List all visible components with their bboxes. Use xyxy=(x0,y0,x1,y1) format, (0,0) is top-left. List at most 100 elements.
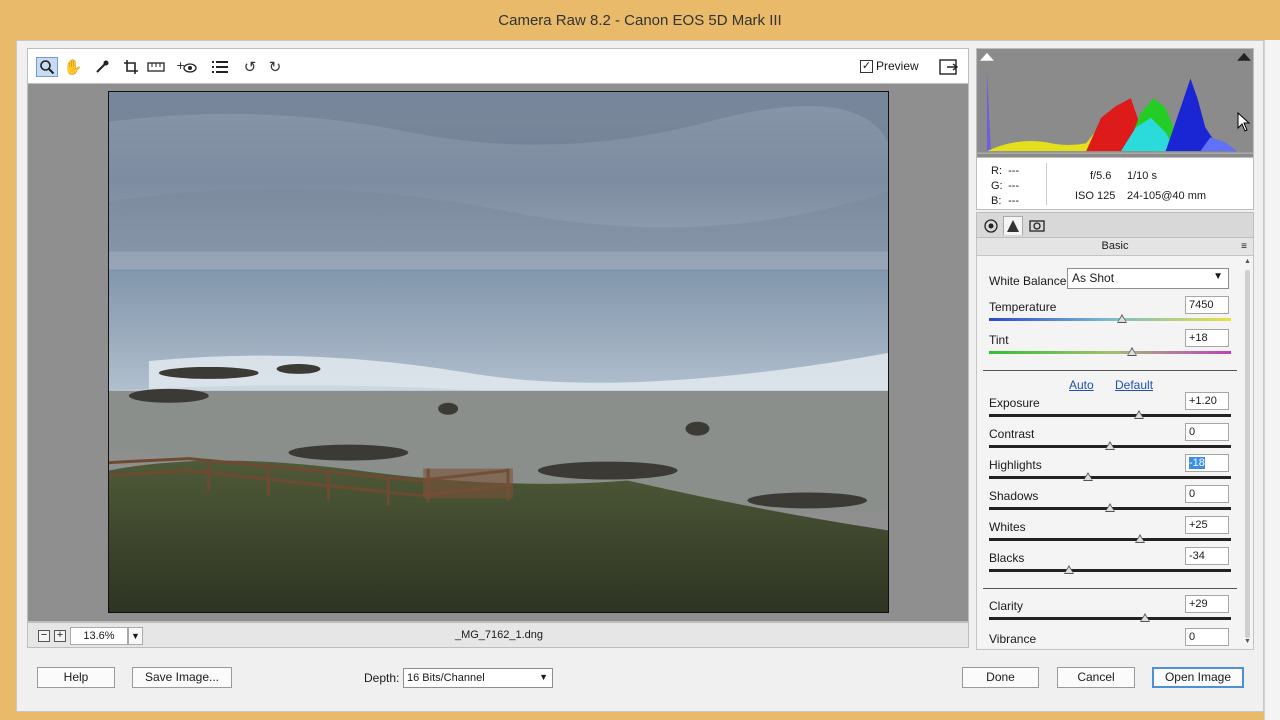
exposure-label: Exposure xyxy=(989,396,1040,410)
temperature-value-field[interactable]: 7450 xyxy=(1185,296,1229,314)
white-balance-select[interactable]: As Shot ▼ xyxy=(1067,268,1229,289)
window-title: Camera Raw 8.2 - Canon EOS 5D Mark III xyxy=(0,0,1280,40)
status-bar: − + 13.6% ▼ _MG_7162_1.dng xyxy=(27,622,969,648)
background-left xyxy=(0,40,16,720)
blacks-slider-row: Blacks -34 xyxy=(989,547,1231,581)
vibrance-value-field[interactable]: 0 xyxy=(1185,628,1229,646)
shadows-value-field[interactable]: 0 xyxy=(1185,485,1229,503)
blacks-slider-track[interactable] xyxy=(989,569,1231,572)
tint-slider-track[interactable] xyxy=(989,351,1231,354)
contrast-slider-row: Contrast 0 xyxy=(989,423,1231,457)
contrast-slider-thumb[interactable] xyxy=(1105,441,1115,450)
whites-label: Whites xyxy=(989,520,1026,534)
depth-label: Depth: xyxy=(364,671,400,685)
shutter-value: 1/10 s xyxy=(1127,170,1157,182)
default-link[interactable]: Default xyxy=(1115,378,1153,392)
r-readout: R: --- xyxy=(991,165,1020,177)
vibrance-label: Vibrance xyxy=(989,632,1037,646)
tint-slider-thumb[interactable] xyxy=(1126,347,1137,356)
preview-toggle[interactable]: ✓ Preview xyxy=(860,59,919,73)
crop-icon[interactable] xyxy=(120,57,142,77)
done-button[interactable]: Done xyxy=(962,667,1039,688)
contrast-label: Contrast xyxy=(989,427,1035,441)
straighten-icon[interactable] xyxy=(145,57,167,77)
blacks-value-field[interactable]: -34 xyxy=(1185,547,1229,565)
histogram xyxy=(976,48,1254,158)
highlights-value-field[interactable]: -18 xyxy=(1185,454,1229,472)
g-readout: G: --- xyxy=(991,180,1020,192)
aperture-value: f/5.6 xyxy=(1090,170,1112,182)
blacks-slider-thumb[interactable] xyxy=(1063,565,1074,574)
temperature-slider-track[interactable] xyxy=(989,318,1231,321)
fullscreen-icon[interactable] xyxy=(938,57,960,77)
preview-checkbox[interactable]: ✓ xyxy=(860,59,873,73)
highlight-clip-warning-icon xyxy=(1237,52,1252,61)
exposure-slider-thumb[interactable] xyxy=(1134,410,1145,419)
exif-info-panel: R: --- G: --- B: --- f/5.6 1/10 s ISO 12… xyxy=(976,158,1254,210)
highlights-slider-thumb[interactable] xyxy=(1083,472,1094,481)
tab-camera-icon[interactable] xyxy=(1027,216,1047,235)
exposure-slider-track[interactable] xyxy=(989,414,1231,417)
white-balance-value: As Shot xyxy=(1072,271,1115,285)
panel-title: Basic xyxy=(1101,240,1129,252)
shadows-label: Shadows xyxy=(989,489,1039,503)
clarity-slider-thumb[interactable] xyxy=(1140,613,1151,622)
white-balance-icon[interactable] xyxy=(91,57,113,77)
tool-bar: ✋ + ↺ ↻ ✓ Preview xyxy=(27,48,969,84)
auto-link[interactable]: Auto xyxy=(1069,378,1094,392)
highlights-value-selected: -18 xyxy=(1189,457,1205,469)
preview-label: Preview xyxy=(876,59,919,73)
exposure-slider-row: Exposure +1.20 xyxy=(989,392,1231,426)
chevron-down-icon: ▼ xyxy=(1213,271,1223,282)
tab-basic-aperture-icon[interactable] xyxy=(981,216,1001,235)
contrast-value-field[interactable]: 0 xyxy=(1185,423,1229,441)
whites-value-field[interactable]: +25 xyxy=(1185,516,1229,534)
rotate-cw-icon[interactable]: ↻ xyxy=(264,57,286,77)
zoom-icon[interactable] xyxy=(36,57,58,77)
depth-select[interactable]: 16 Bits/Channel ▼ xyxy=(403,668,553,688)
whites-slider-track[interactable] xyxy=(989,538,1231,541)
svg-text:+: + xyxy=(176,60,185,72)
save-image-button[interactable]: Save Image... xyxy=(132,667,232,688)
highlights-slider-track[interactable] xyxy=(989,476,1231,479)
iso-value: ISO 125 xyxy=(1075,190,1116,202)
tab-tone-curve-icon[interactable] xyxy=(1003,216,1023,235)
white-balance-label: White Balance: xyxy=(989,274,1070,288)
chevron-down-icon: ▼ xyxy=(539,672,548,682)
red-eye-icon[interactable]: + xyxy=(174,57,200,77)
temperature-slider-row: Temperature 7450 xyxy=(989,296,1231,330)
presets-icon[interactable] xyxy=(209,57,231,77)
lens-value: 24-105@40 mm xyxy=(1127,190,1207,202)
depth-value: 16 Bits/Channel xyxy=(407,672,485,684)
shadows-slider-thumb[interactable] xyxy=(1105,503,1115,512)
temperature-slider-thumb[interactable] xyxy=(1117,314,1128,323)
shadows-slider-row: Shadows 0 xyxy=(989,485,1231,519)
highlights-label: Highlights xyxy=(989,458,1042,472)
tint-slider-row: Tint +18 xyxy=(989,329,1231,363)
cancel-button[interactable]: Cancel xyxy=(1057,667,1135,688)
clarity-value-field[interactable]: +29 xyxy=(1185,595,1229,613)
temperature-label: Temperature xyxy=(989,300,1057,314)
hand-icon[interactable]: ✋ xyxy=(62,57,84,77)
whites-slider-row: Whites +25 xyxy=(989,516,1231,550)
vibrance-slider-row: Vibrance 0 xyxy=(989,628,1231,649)
panel-tabs xyxy=(976,212,1254,238)
exposure-value-field[interactable]: +1.20 xyxy=(1185,392,1229,410)
image-preview-area[interactable] xyxy=(27,84,969,622)
highlights-slider-row: Highlights -18 xyxy=(989,454,1231,488)
clarity-slider-track[interactable] xyxy=(989,617,1231,620)
file-name: _MG_7162_1.dng xyxy=(454,629,544,641)
shadow-clip-warning-icon xyxy=(979,52,994,61)
whites-slider-thumb[interactable] xyxy=(1135,534,1146,543)
panel-scrollbar[interactable]: ▲ ▼ xyxy=(1243,258,1253,648)
open-image-button[interactable]: Open Image xyxy=(1152,667,1244,688)
blacks-label: Blacks xyxy=(989,551,1025,565)
photo-preview[interactable] xyxy=(108,91,889,613)
panel-menu-icon[interactable]: ≡ xyxy=(1241,238,1247,255)
help-button[interactable]: Help xyxy=(37,667,115,688)
background-right xyxy=(1264,40,1280,720)
tint-value-field[interactable]: +18 xyxy=(1185,329,1229,347)
clarity-label: Clarity xyxy=(989,599,1024,613)
rotate-ccw-icon[interactable]: ↺ xyxy=(239,57,261,77)
b-readout: B: --- xyxy=(991,195,1020,207)
